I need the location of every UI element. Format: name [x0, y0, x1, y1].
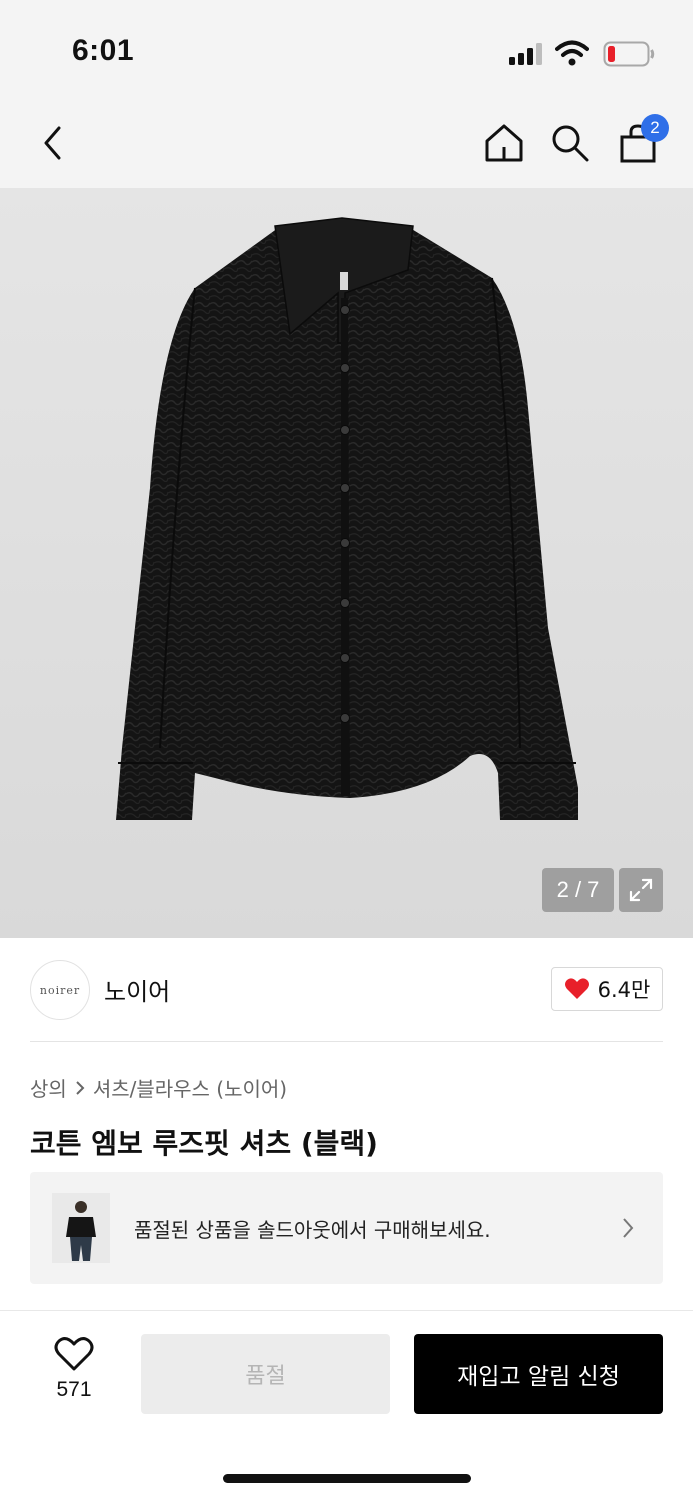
chevron-left-icon: [44, 126, 61, 160]
breadcrumb: 상의 셔츠/블라우스 (노이어): [30, 1073, 287, 1102]
breadcrumb-subcategory[interactable]: 셔츠/블라우스 (노이어): [93, 1073, 287, 1102]
banner-text: 품절된 상품을 솔드아웃에서 구매해보세요.: [134, 1218, 491, 1242]
brand-like-button[interactable]: 6.4만: [551, 967, 663, 1011]
status-time: 6:01: [72, 34, 135, 67]
breadcrumb-category[interactable]: 상의: [30, 1073, 67, 1102]
wishlist-button[interactable]: 571: [44, 1336, 104, 1412]
battery-low-icon: [603, 41, 655, 67]
cart-count-badge: 2: [641, 114, 669, 142]
status-icons: [509, 40, 659, 70]
divider: [30, 1041, 663, 1042]
brand-like-count: 6.4만: [597, 978, 651, 1002]
navigation-bar: 2: [0, 100, 693, 188]
product-title: 코튼 엠보 루즈핏 셔츠 (블랙): [30, 1127, 378, 1160]
heart-filled-icon: [564, 978, 589, 999]
home-button[interactable]: [479, 118, 529, 168]
wifi-icon: [555, 40, 589, 66]
expand-icon: [629, 878, 653, 902]
expand-image-button[interactable]: [619, 868, 663, 912]
heart-outline-icon: [54, 1337, 94, 1371]
bottom-bar-separator: [0, 1310, 693, 1311]
brand-row[interactable]: noirer 노이어 6.4만: [0, 938, 693, 1042]
image-counter: 2 / 7: [542, 868, 614, 912]
chevron-right-icon: [623, 1218, 634, 1238]
cellular-signal-icon: [509, 43, 542, 65]
brand-logo[interactable]: noirer: [30, 960, 90, 1020]
search-button[interactable]: [545, 118, 595, 168]
product-image: [116, 217, 578, 820]
cart-button[interactable]: 2: [613, 114, 669, 168]
chevron-right-icon: [76, 1080, 85, 1095]
restock-alert-button[interactable]: 재입고 알림 신청: [414, 1334, 663, 1414]
back-button[interactable]: [28, 118, 78, 168]
banner-thumbnail: [52, 1193, 110, 1263]
status-bar: 6:01: [0, 0, 693, 100]
product-image-gallery[interactable]: [0, 188, 693, 938]
soldout-button: 품절: [141, 1334, 390, 1414]
brand-name[interactable]: 노이어: [104, 972, 170, 1007]
soldout-banner[interactable]: 품절된 상품을 솔드아웃에서 구매해보세요.: [30, 1172, 663, 1284]
search-icon: [552, 125, 589, 162]
wishlist-count: 571: [56, 1378, 92, 1401]
home-indicator: [223, 1474, 471, 1483]
home-icon: [485, 124, 523, 162]
